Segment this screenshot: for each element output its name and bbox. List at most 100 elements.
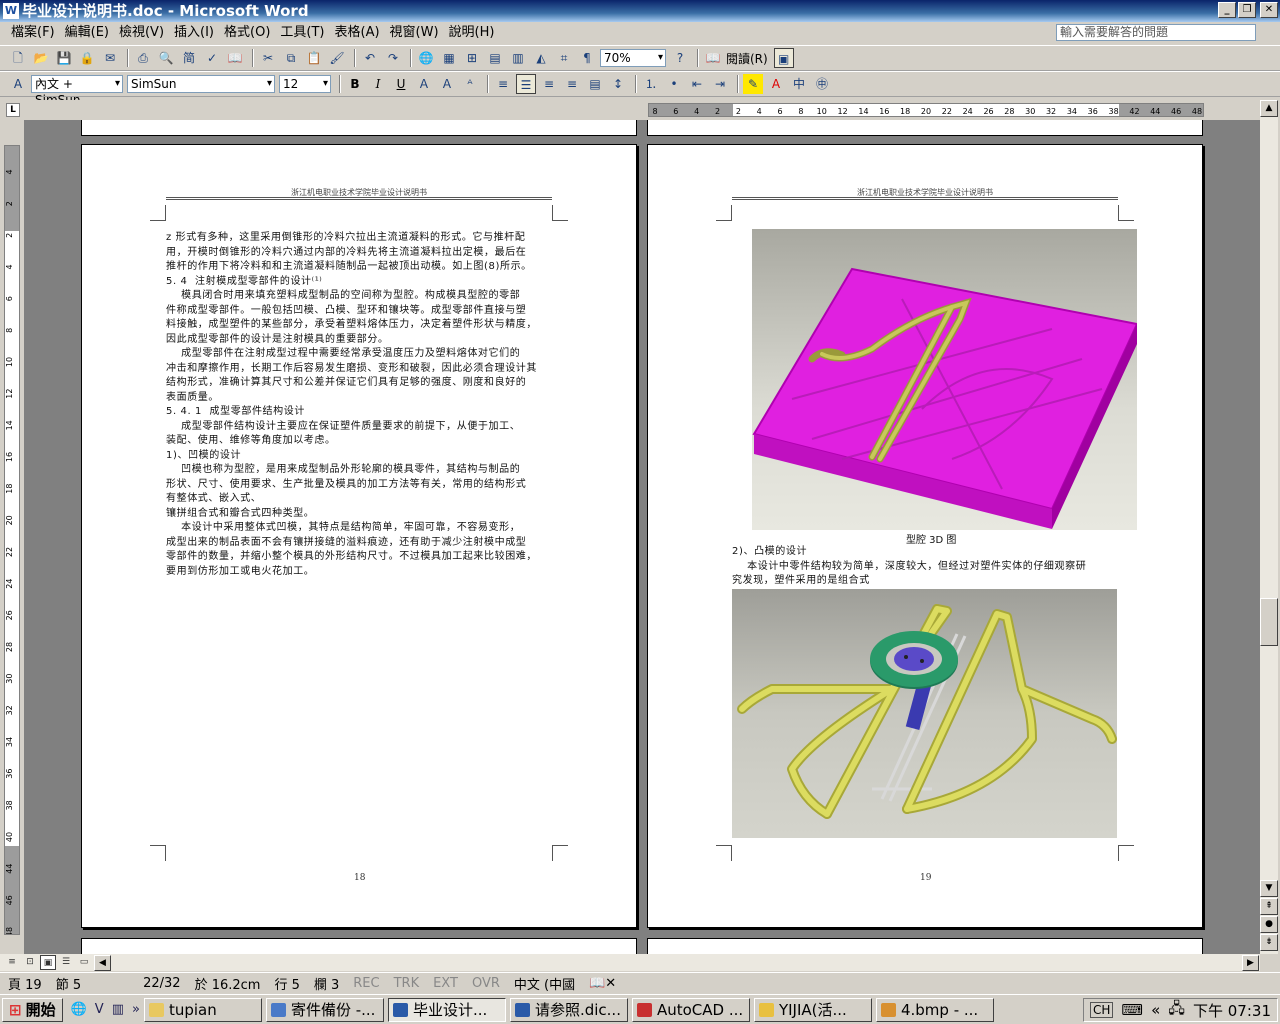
save-icon[interactable]: 💾 <box>54 48 74 68</box>
page-19[interactable]: 浙江机电职业技术学院毕业设计说明书 型腔 3D 图 2)、凸模的设计 本设计中零… <box>647 144 1203 928</box>
scroll-right-button[interactable]: ▶ <box>1242 955 1259 971</box>
distributed-icon[interactable]: ▤ <box>585 74 605 94</box>
align-right-icon[interactable]: ≡ <box>562 74 582 94</box>
previous-page-button[interactable]: ⇞ <box>1260 898 1278 915</box>
styles-icon[interactable]: A <box>8 74 28 94</box>
enclose-characters-icon[interactable]: ㊥ <box>812 74 832 94</box>
taskbar-window-button[interactable]: 4.bmp - ... <box>875 997 994 1022</box>
format-painter-icon[interactable]: 🖌 <box>327 48 347 68</box>
numbering-icon[interactable]: ⒈ <box>641 74 661 94</box>
taskbar-window-button[interactable]: tupian <box>143 997 262 1022</box>
copy-icon[interactable]: ⧉ <box>281 48 301 68</box>
bullets-icon[interactable]: • <box>664 74 684 94</box>
help-icon[interactable]: ? <box>670 48 690 68</box>
keyboard-icon[interactable]: ⌨ <box>1121 1001 1143 1019</box>
font-size-select[interactable]: 12 <box>279 75 331 93</box>
print-icon[interactable]: ⎙ <box>133 48 153 68</box>
new-document-icon[interactable]: 🗋 <box>8 48 28 68</box>
word-app-icon[interactable]: W <box>3 3 19 19</box>
vertical-scrollbar[interactable]: ▲ ▼ ⇞ ● ⇟ <box>1260 100 1278 954</box>
taskbar-window-button[interactable]: YIJIA(活... <box>753 997 872 1022</box>
char-scale-icon[interactable]: ᴬ <box>460 74 480 94</box>
web-layout-icon[interactable]: ⊡ <box>22 955 38 970</box>
menu-tools[interactable]: 工具(T) <box>275 23 329 43</box>
show-hide-icon[interactable]: ¶ <box>577 48 597 68</box>
help-question-input[interactable]: 輸入需要解答的問題 <box>1056 24 1256 41</box>
minimize-button[interactable]: _ <box>1218 2 1236 18</box>
document-map-icon[interactable]: ⌗ <box>554 48 574 68</box>
print-preview-icon[interactable]: 🔍 <box>156 48 176 68</box>
reading-button[interactable]: 閱讀(R) <box>726 50 768 67</box>
menu-edit[interactable]: 編輯(E) <box>60 23 114 43</box>
spelling-icon[interactable]: ✓ <box>202 48 222 68</box>
document-area[interactable]: 浙江机电职业技术学院毕业设计说明书 z 形式有多种，这里采用倒锥形的冷料穴拉出主… <box>24 120 1260 954</box>
network-icon[interactable]: 🖧 <box>1168 998 1185 1023</box>
status-ext[interactable]: EXT <box>433 976 458 991</box>
char-shading-icon[interactable]: Ａ <box>437 74 457 94</box>
core-assembly-figure[interactable] <box>732 589 1117 838</box>
menu-insert[interactable]: 插入(I) <box>169 23 219 43</box>
vertical-ruler[interactable]: 4 2 2 4 6 8 10 12 14 16 18 20 22 24 26 28 30 32 34 36 38 40 44… <box>4 145 20 935</box>
columns-icon[interactable]: ▥ <box>508 48 528 68</box>
paste-icon[interactable]: 📋 <box>304 48 324 68</box>
read-icon[interactable]: 📖 <box>703 48 723 68</box>
font-color-icon[interactable]: A <box>766 74 786 94</box>
cut-icon[interactable]: ✂ <box>258 48 278 68</box>
highlight-icon[interactable]: ✎ <box>743 74 763 94</box>
scroll-up-button[interactable]: ▲ <box>1260 100 1278 117</box>
outline-view-icon[interactable]: ☰ <box>58 955 74 970</box>
more-quicklaunch-icon[interactable]: » <box>132 1002 140 1017</box>
scroll-thumb[interactable] <box>1260 598 1278 646</box>
print-layout-icon[interactable]: ▣ <box>40 955 56 970</box>
tab-selector[interactable]: L <box>6 103 20 117</box>
clock[interactable]: 下午 07:31 <box>1193 1000 1271 1021</box>
restore-button[interactable]: ❐ <box>1238 2 1256 18</box>
select-browse-object-button[interactable]: ● <box>1260 916 1278 933</box>
app-quicklaunch-icon[interactable]: V <box>95 1002 104 1017</box>
status-trk[interactable]: TRK <box>394 976 420 991</box>
justify-icon[interactable]: ≡ <box>493 74 513 94</box>
menu-table[interactable]: 表格(A) <box>330 23 385 43</box>
char-border-icon[interactable]: Ａ <box>414 74 434 94</box>
font-select[interactable]: SimSun <box>127 75 275 93</box>
align-center-icon[interactable]: ≡ <box>539 74 559 94</box>
insert-table-icon[interactable]: ⊞ <box>462 48 482 68</box>
picture-toggle-icon[interactable]: ▣ <box>773 48 794 68</box>
permission-icon[interactable]: 🔒 <box>77 48 97 68</box>
spelling-status-icon[interactable]: 📖✕ <box>589 976 616 991</box>
hyperlink-icon[interactable]: 🌐 <box>416 48 436 68</box>
taskbar-window-button[interactable]: AutoCAD ... <box>631 997 750 1022</box>
scroll-down-button[interactable]: ▼ <box>1260 880 1278 897</box>
style-select[interactable]: 內文 + SimSun <box>31 75 123 107</box>
decrease-indent-icon[interactable]: ⇤ <box>687 74 707 94</box>
menu-window[interactable]: 視窗(W) <box>385 23 444 43</box>
menu-file[interactable]: 檔案(F) <box>6 23 60 43</box>
zoom-select[interactable]: 70% <box>600 49 666 67</box>
email-icon[interactable]: ✉ <box>100 48 120 68</box>
notepad-quicklaunch-icon[interactable]: ▥ <box>112 1002 124 1017</box>
menu-format[interactable]: 格式(O) <box>219 23 275 43</box>
ie-quicklaunch-icon[interactable]: 🌐 <box>71 1002 87 1017</box>
taskbar-window-button[interactable]: 寄件備份 -... <box>265 997 384 1022</box>
status-rec[interactable]: REC <box>353 976 379 991</box>
cavity-3d-figure[interactable] <box>752 229 1137 530</box>
taskbar-window-button[interactable]: 毕业设计... <box>387 997 506 1022</box>
menu-view[interactable]: 檢視(V) <box>114 23 169 43</box>
close-button[interactable]: ✕ <box>1260 2 1278 18</box>
input-language-indicator[interactable]: CH <box>1090 1002 1114 1018</box>
reading-layout-icon[interactable]: ▭ <box>76 955 92 970</box>
increase-indent-icon[interactable]: ⇥ <box>710 74 730 94</box>
underline-button[interactable]: U <box>391 74 411 94</box>
tables-borders-icon[interactable]: ▦ <box>439 48 459 68</box>
taskbar-window-button[interactable]: 请参照.dic... <box>509 997 628 1022</box>
start-button[interactable]: ⊞ 開始 <box>2 997 63 1022</box>
italic-button[interactable]: I <box>368 74 388 94</box>
line-spacing-icon[interactable]: ↕ <box>608 74 628 94</box>
open-icon[interactable]: 📂 <box>31 48 51 68</box>
insert-excel-icon[interactable]: ▤ <box>485 48 505 68</box>
tray-expand-icon[interactable]: « <box>1151 1001 1160 1019</box>
normal-view-icon[interactable]: ≡ <box>4 955 20 970</box>
drawing-icon[interactable]: ◭ <box>531 48 551 68</box>
next-page-button[interactable]: ⇟ <box>1260 934 1278 951</box>
scroll-left-button[interactable]: ◀ <box>94 955 111 971</box>
